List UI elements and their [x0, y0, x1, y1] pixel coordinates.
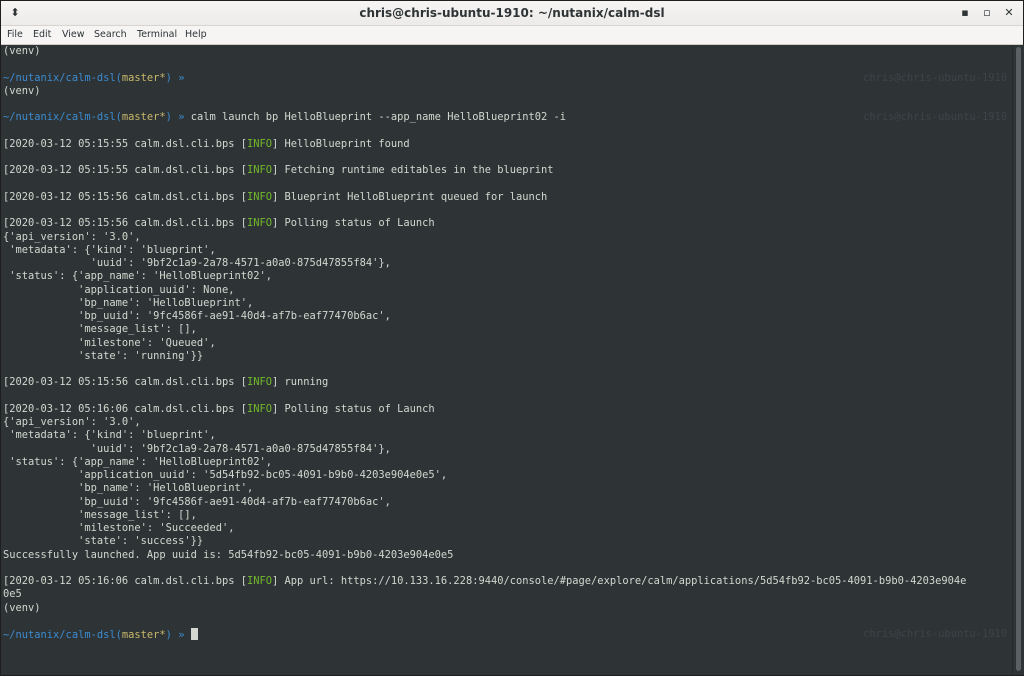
info-tag: INFO: [246, 575, 273, 587]
right-prompt: chris@chris-ubuntu-1910: [863, 111, 1007, 124]
prompt-path: ~/nutanix/calm-dsl: [3, 629, 116, 641]
prompt-line: ~/nutanix/calm-dsl(master*) » calm launc…: [1, 111, 1011, 124]
info-tag: INFO: [246, 137, 273, 150]
status-dict-line: 'uuid': '9bf2c1a9-2a78-4571-a0a0-875d478…: [3, 442, 391, 455]
status-dict-line: {'api_version': '3.0',: [3, 416, 141, 428]
status-dict-line: 'uuid': '9bf2c1a9-2a78-4571-a0a0-875d478…: [3, 257, 391, 269]
menu-edit[interactable]: Edit: [33, 26, 51, 44]
status-dict-line: 'bp_name': 'HelloBlueprint',: [3, 482, 254, 495]
log-message: ] Polling status of Launch: [272, 402, 435, 415]
status-dict-line: 'message_list': [],: [3, 323, 197, 336]
window-title: chris@chris-ubuntu-1910: ~/nutanix/calm-…: [359, 6, 665, 20]
status-dict-line: 'milestone': 'Queued',: [3, 336, 216, 349]
venv-line: (venv): [3, 601, 41, 614]
maximize-icon[interactable]: ▫: [978, 3, 996, 23]
right-prompt: chris@chris-ubuntu-1910: [863, 628, 1007, 640]
status-dict-line: 'bp_name': 'HelloBlueprint',: [3, 296, 254, 309]
scrollbar[interactable]: [1012, 45, 1024, 675]
log-message: ] HelloBlueprint found: [272, 137, 410, 150]
status-dict-line: 'status': {'app_name': 'HelloBlueprint02…: [3, 455, 272, 468]
status-dict-line: 'application_uuid': '5d54fb92-bc05-4091-…: [3, 469, 448, 481]
log-line: [2020-03-12 05:15:55 calm.dsl.cli.bps [I…: [1, 138, 1011, 151]
status-dict-line: 'application_uuid': None,: [3, 283, 235, 296]
log-line: [2020-03-12 05:15:55 calm.dsl.cli.bps [I…: [1, 164, 1011, 177]
log-message: ] App url: https://10.133.16.228:9440/co…: [272, 575, 967, 587]
log-timestamp: [2020-03-12 05:15:56 calm.dsl.cli.bps [: [3, 190, 247, 203]
prompt-branch: master*: [121, 629, 166, 641]
venv-line: (venv): [3, 45, 41, 57]
command-text: calm launch bp HelloBlueprint --app_name…: [184, 111, 567, 124]
prompt-arrow: »: [171, 71, 185, 84]
info-tag: INFO: [246, 190, 273, 203]
scrollbar-thumb[interactable]: [1016, 47, 1021, 671]
menu-help[interactable]: Help: [185, 26, 207, 44]
wrapped-line: 0e5: [3, 588, 22, 601]
title-bar[interactable]: ⬍ chris@chris-ubuntu-1910: ~/nutanix/cal…: [1, 1, 1023, 26]
log-line: [2020-03-12 05:15:56 calm.dsl.cli.bps [I…: [1, 376, 1011, 389]
text-cursor: [190, 628, 198, 640]
log-message: ] Blueprint HelloBlueprint queued for la…: [272, 190, 548, 203]
info-tag: INFO: [246, 402, 273, 415]
log-timestamp: [2020-03-12 05:15:56 calm.dsl.cli.bps [: [3, 217, 247, 230]
status-dict-line: 'bp_uuid': '9fc4586f-ae91-40d4-af7b-eaf7…: [3, 310, 391, 322]
log-message: ] running: [272, 376, 329, 389]
status-dict-line: 'state': 'success'}}: [3, 535, 204, 548]
info-tag: INFO: [246, 164, 273, 177]
success-line: Successfully launched. App uuid is: 5d54…: [3, 548, 454, 561]
log-line: [2020-03-12 05:15:56 calm.dsl.cli.bps [I…: [1, 191, 1011, 204]
log-message: ] Polling status of Launch: [272, 217, 435, 230]
terminal-output[interactable]: (venv) ~/nutanix/calm-dsl(master*) » chri…: [1, 45, 1011, 675]
menu-search[interactable]: Search: [94, 26, 127, 44]
info-tag: INFO: [246, 217, 273, 230]
prompt-path: ~/nutanix/calm-dsl: [3, 111, 116, 124]
prompt-line: ~/nutanix/calm-dsl(master*) » chris@chris…: [1, 72, 1011, 85]
status-dict-line: 'state': 'running'}}: [3, 349, 204, 362]
log-timestamp: [2020-03-12 05:15:55 calm.dsl.cli.bps [: [3, 137, 247, 150]
status-dict-line: {'api_version': '3.0',: [3, 230, 141, 243]
status-dict-line: 'milestone': 'Succeeded',: [3, 522, 235, 534]
status-dict-line: 'metadata': {'kind': 'blueprint',: [3, 243, 216, 256]
menu-file[interactable]: File: [7, 26, 23, 44]
log-timestamp: [2020-03-12 05:16:06 calm.dsl.cli.bps [: [3, 575, 247, 587]
menu-terminal[interactable]: Terminal: [137, 26, 177, 44]
right-prompt: chris@chris-ubuntu-1910: [863, 71, 1007, 84]
minimize-icon[interactable]: ▪: [956, 3, 974, 23]
status-dict-line: 'bp_uuid': '9fc4586f-ae91-40d4-af7b-eaf7…: [3, 495, 391, 508]
prompt-line: ~/nutanix/calm-dsl(master*) » chris@chri…: [1, 628, 1011, 641]
prompt-path: ~/nutanix/calm-dsl: [3, 71, 116, 84]
status-dict-line: 'message_list': [],: [3, 508, 197, 521]
menu-bar: File Edit View Search Terminal Help: [1, 26, 1023, 45]
menu-view[interactable]: View: [62, 26, 85, 44]
venv-line: (venv): [3, 84, 41, 97]
log-line: [2020-03-12 05:16:06 calm.dsl.cli.bps [I…: [1, 403, 1011, 416]
prompt-arrow: »: [171, 111, 185, 124]
log-line: [2020-03-12 05:16:06 calm.dsl.cli.bps [I…: [1, 575, 1011, 588]
status-dict-line: 'metadata': {'kind': 'blueprint',: [3, 429, 216, 442]
info-tag: INFO: [246, 376, 273, 389]
log-line: [2020-03-12 05:15:56 calm.dsl.cli.bps [I…: [1, 217, 1011, 230]
prompt-branch: master*: [121, 111, 166, 124]
log-timestamp: [2020-03-12 05:15:56 calm.dsl.cli.bps [: [3, 376, 247, 389]
prompt-arrow: »: [171, 629, 185, 641]
terminal-window: ⬍ chris@chris-ubuntu-1910: ~/nutanix/cal…: [0, 0, 1024, 676]
prompt-branch: master*: [121, 71, 166, 84]
log-timestamp: [2020-03-12 05:15:55 calm.dsl.cli.bps [: [3, 164, 247, 177]
log-timestamp: [2020-03-12 05:16:06 calm.dsl.cli.bps [: [3, 402, 247, 415]
log-message: ] Fetching runtime editables in the blue…: [272, 164, 554, 177]
status-dict-line: 'status': {'app_name': 'HelloBlueprint02…: [3, 270, 272, 283]
close-icon[interactable]: ✕: [1000, 3, 1018, 23]
